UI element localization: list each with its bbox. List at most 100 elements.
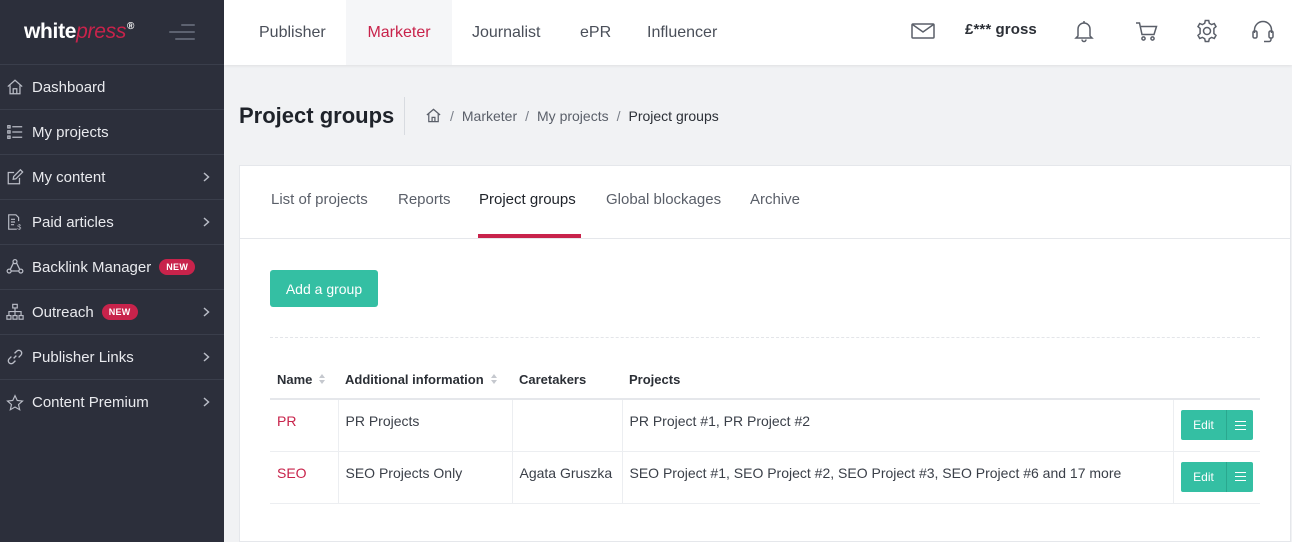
breadcrumb-marketer[interactable]: Marketer bbox=[462, 108, 517, 124]
role-tab-influencer[interactable]: Influencer bbox=[647, 0, 717, 65]
network-icon bbox=[5, 257, 25, 277]
header-label: Name bbox=[277, 372, 313, 387]
title-divider bbox=[404, 97, 405, 135]
breadcrumb-separator: / bbox=[450, 107, 454, 124]
breadcrumb: / Marketer / My projects / Project group… bbox=[425, 107, 719, 124]
column-header-additional-information[interactable]: Additional information bbox=[338, 361, 512, 400]
sidebar-item-paid-articles[interactable]: $ Paid articles bbox=[0, 200, 224, 245]
gear-icon[interactable] bbox=[1193, 17, 1221, 45]
breadcrumb-separator: / bbox=[616, 107, 621, 124]
sidebar: white press ® Dashboard My projects My con… bbox=[0, 0, 224, 542]
topbar: Publisher Marketer Journalist ePR Influe… bbox=[224, 0, 1292, 65]
column-header-caretakers: Caretakers bbox=[512, 361, 622, 400]
breadcrumb-project-groups: Project groups bbox=[628, 107, 719, 124]
action-button-group: Edit bbox=[1181, 461, 1253, 492]
row-actions: Edit bbox=[1173, 451, 1260, 504]
sidebar-item-label: Outreach bbox=[32, 303, 94, 321]
logo-white: white bbox=[24, 20, 77, 43]
group-projects: PR Project #1, PR Project #2 bbox=[621, 399, 1174, 452]
home-icon bbox=[5, 77, 25, 97]
chevron-right-icon bbox=[203, 397, 210, 407]
edit-button[interactable]: Edit bbox=[1181, 410, 1226, 440]
sidebar-item-publisher-links[interactable]: Publisher Links bbox=[0, 335, 224, 380]
group-name-link[interactable]: PR bbox=[270, 399, 338, 452]
role-tab-publisher[interactable]: Publisher bbox=[259, 0, 326, 65]
table-header-row: Name Additional information Caretakers P… bbox=[270, 361, 1260, 400]
svg-text:$: $ bbox=[17, 223, 21, 231]
sidebar-item-label: Publisher Links bbox=[32, 348, 134, 366]
home-icon[interactable] bbox=[425, 107, 442, 124]
edit-button[interactable]: Edit bbox=[1181, 461, 1226, 492]
sort-icon[interactable] bbox=[318, 373, 326, 385]
group-caretakers bbox=[511, 399, 622, 452]
tab-list-of-projects[interactable]: List of projects bbox=[271, 191, 368, 208]
row-actions: Edit bbox=[1173, 399, 1260, 452]
page-title: Project groups bbox=[239, 103, 395, 128]
chevron-right-icon bbox=[203, 307, 210, 317]
group-caretakers: Agata Gruszka bbox=[511, 451, 622, 504]
more-menu-icon[interactable] bbox=[1226, 410, 1253, 440]
sidebar-item-label: Content Premium bbox=[32, 394, 149, 411]
mail-icon[interactable] bbox=[909, 17, 937, 45]
sidebar-item-label: My projects bbox=[32, 123, 109, 141]
list-icon bbox=[5, 122, 25, 142]
link-icon bbox=[5, 347, 25, 367]
logo-press: press bbox=[76, 20, 127, 43]
sidebar-item-label: Paid articles bbox=[32, 213, 114, 231]
headset-icon[interactable] bbox=[1249, 17, 1277, 45]
project-groups-card: List of projects Reports Project groups … bbox=[239, 165, 1291, 542]
sidebar-item-dashboard[interactable]: Dashboard bbox=[0, 65, 224, 110]
dashed-divider bbox=[270, 337, 1260, 338]
sidebar-item-label: My content bbox=[32, 168, 106, 186]
sidebar-item-backlink-manager[interactable]: Backlink Manager NEW bbox=[0, 245, 224, 290]
role-tab-epr[interactable]: ePR bbox=[580, 0, 611, 65]
logo-bar: white press ® bbox=[0, 0, 224, 65]
table-row: SEO SEO Projects Only Agata Gruszka SEO … bbox=[270, 451, 1260, 504]
add-group-button[interactable]: Add a group bbox=[270, 270, 378, 307]
group-info: PR Projects bbox=[337, 399, 512, 452]
star-icon bbox=[5, 393, 25, 413]
breadcrumb-my-projects[interactable]: My projects bbox=[537, 108, 609, 124]
group-projects: SEO Project #1, SEO Project #2, SEO Proj… bbox=[621, 451, 1174, 504]
sidebar-item-my-content[interactable]: My content bbox=[0, 155, 224, 200]
sidebar-item-label: Dashboard bbox=[32, 78, 106, 96]
balance-display[interactable]: £*** gross bbox=[965, 21, 1037, 38]
column-header-actions bbox=[1173, 361, 1260, 400]
logo[interactable]: white press ® bbox=[24, 20, 134, 44]
active-tab-indicator bbox=[478, 234, 581, 238]
new-badge: NEW bbox=[101, 304, 138, 320]
table-row: PR PR Projects PR Project #1, PR Project… bbox=[270, 399, 1260, 452]
tab-archive[interactable]: Archive bbox=[750, 191, 800, 208]
column-header-projects: Projects bbox=[622, 361, 1174, 400]
more-menu-icon[interactable] bbox=[1226, 461, 1253, 492]
chevron-right-icon bbox=[203, 172, 210, 182]
header-label: Additional information bbox=[345, 372, 484, 387]
sort-icon[interactable] bbox=[490, 373, 498, 385]
role-tab-journalist[interactable]: Journalist bbox=[472, 0, 540, 65]
document-money-icon: $ bbox=[5, 212, 25, 232]
chevron-right-icon bbox=[203, 217, 210, 227]
sidebar-toggle-icon[interactable] bbox=[169, 24, 195, 40]
sidebar-item-my-projects[interactable]: My projects bbox=[0, 110, 224, 155]
tabs: List of projects Reports Project groups … bbox=[240, 166, 1290, 239]
action-button-group: Edit bbox=[1181, 410, 1253, 440]
tab-global-blockages[interactable]: Global blockages bbox=[606, 191, 721, 208]
edit-icon bbox=[5, 167, 25, 187]
chevron-right-icon bbox=[203, 352, 210, 362]
project-groups-table: Name Additional information Caretakers P… bbox=[270, 361, 1260, 504]
role-tab-marketer[interactable]: Marketer bbox=[346, 0, 452, 65]
column-header-name[interactable]: Name bbox=[270, 361, 338, 400]
tab-project-groups[interactable]: Project groups bbox=[479, 191, 576, 208]
breadcrumb-separator: / bbox=[525, 107, 530, 124]
sidebar-item-label: Backlink Manager bbox=[32, 258, 152, 276]
cart-icon[interactable] bbox=[1133, 17, 1161, 45]
new-badge: NEW bbox=[159, 259, 196, 275]
tab-reports[interactable]: Reports bbox=[398, 191, 451, 208]
bell-icon[interactable] bbox=[1070, 17, 1098, 45]
group-name-link[interactable]: SEO bbox=[270, 451, 338, 504]
logo-reg: ® bbox=[127, 21, 135, 32]
sidebar-item-outreach[interactable]: Outreach NEW bbox=[0, 290, 224, 335]
group-info: SEO Projects Only bbox=[337, 451, 512, 504]
sitemap-icon bbox=[5, 302, 25, 322]
sidebar-item-content-premium[interactable]: Content Premium bbox=[0, 380, 224, 425]
